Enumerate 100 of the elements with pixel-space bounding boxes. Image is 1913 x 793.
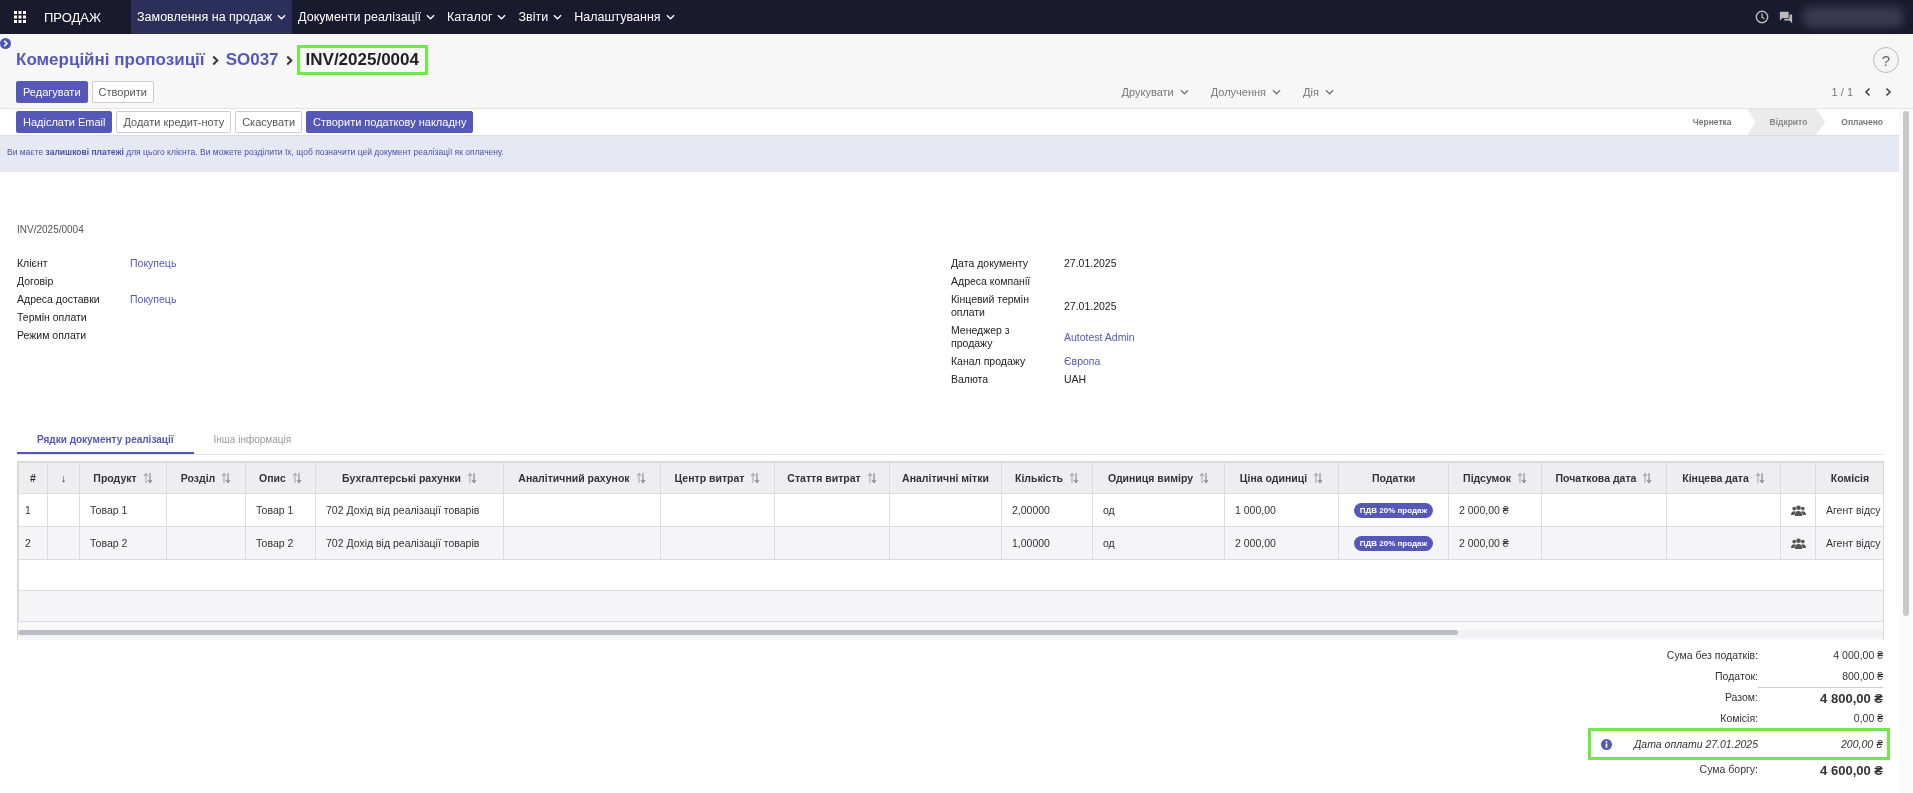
pager-text: 1 / 1: [1831, 86, 1853, 98]
total-value: 0,00 ₴: [1852, 711, 1883, 724]
button[interactable]: Редагувати: [16, 81, 88, 103]
field-label: Валюта: [951, 373, 990, 386]
menu-item[interactable]: Каталог: [441, 0, 513, 34]
caret-icon: [1179, 89, 1189, 95]
table-cell: од: [1103, 537, 1115, 549]
table-cell: 2: [25, 537, 31, 549]
document-name: INV/2025/0004: [17, 224, 85, 235]
field-label: Менеджер з продажу: [951, 324, 1011, 350]
status-stage[interactable]: Оплачено: [1825, 109, 1899, 135]
chat-icon[interactable]: [1779, 10, 1793, 24]
table-cell: Агент відсу: [1826, 504, 1881, 516]
next-icon[interactable]: [1883, 87, 1893, 97]
apps-menu-icon[interactable]: [14, 11, 26, 23]
table-cell: 1 000,00: [1235, 504, 1276, 516]
dropdown[interactable]: Друкувати: [1121, 86, 1189, 98]
dropdown[interactable]: Дія: [1303, 86, 1334, 98]
menu-item[interactable]: Звіти: [512, 0, 569, 34]
info-icon[interactable]: [1600, 738, 1612, 750]
table-cell: 702 Дохід від реалізації товарів: [326, 537, 480, 549]
sort-icon[interactable]: [866, 472, 877, 484]
field-label: Кінцевий термін оплати: [951, 293, 1030, 319]
sort-icon[interactable]: [221, 472, 232, 484]
scrollbar-thumb[interactable]: [1903, 111, 1909, 616]
chevron-right-icon[interactable]: [0, 38, 11, 49]
caret-icon: [1272, 89, 1282, 95]
sort-icon[interactable]: [1754, 472, 1765, 484]
sort-icon[interactable]: [1642, 472, 1653, 484]
field-label: Дата документу: [951, 257, 1029, 270]
sort-icon[interactable]: [142, 472, 153, 484]
column-header[interactable]: ↓: [60, 472, 67, 484]
tab[interactable]: Рядки документу реалізації: [17, 428, 194, 454]
total-label: Сума без податків:: [1666, 648, 1758, 661]
total-label: Разом:: [1724, 690, 1758, 703]
field-value: UAH: [1064, 373, 1087, 386]
table-cell: 2 000,00: [1235, 537, 1276, 549]
field-label: Адреса компанії: [951, 275, 1032, 288]
total-value: 800,00 ₴: [1841, 669, 1883, 682]
sort-icon[interactable]: [750, 472, 761, 484]
button[interactable]: Надіслати Email: [16, 111, 113, 133]
field-link[interactable]: Покупець: [130, 257, 177, 270]
field-label: Режим оплати: [17, 329, 88, 342]
caret-icon: [277, 14, 287, 20]
users-icon[interactable]: [1791, 538, 1806, 550]
table-cell: Товар 2: [90, 537, 128, 549]
total-value: 4 800,00 ₴: [1758, 687, 1883, 706]
menu-item[interactable]: Документи реалізації: [292, 0, 441, 34]
field-value: 27.01.2025: [1064, 257, 1117, 270]
table-cell: Агент відсу: [1826, 537, 1881, 549]
breadcrumb-link[interactable]: SO037: [225, 50, 279, 70]
table-cell: од: [1103, 504, 1115, 516]
menu-item[interactable]: Замовлення на продаж: [131, 0, 293, 34]
button[interactable]: Скасувати: [235, 111, 303, 133]
scrollbar-thumb[interactable]: [18, 630, 1458, 635]
info-alert: Ви маєте залишкові платежі для цього клієнта. Ви можете розділити їх, щоб позначити цей документ реалізації як оплачену.: [0, 136, 1899, 172]
field-label: Термін оплати: [17, 311, 88, 324]
field-label: Клієнт: [17, 257, 49, 270]
button[interactable]: Створити податкову накладну: [306, 111, 474, 133]
caret-icon: [1324, 89, 1334, 95]
sort-icon[interactable]: [291, 472, 302, 484]
sort-icon[interactable]: [1069, 472, 1080, 484]
field-link[interactable]: Autotest Admin: [1064, 330, 1135, 344]
sort-icon[interactable]: [1516, 472, 1527, 484]
previous-icon[interactable]: [1863, 87, 1873, 97]
status-stage[interactable]: Чернетка: [1676, 109, 1748, 135]
column-header[interactable]: #: [30, 472, 36, 484]
caret-icon: [553, 14, 563, 20]
users-icon[interactable]: [1791, 505, 1806, 517]
table-cell: 1,00000: [1012, 537, 1050, 549]
field-label: Адреса доставки: [17, 293, 101, 306]
total-value: 4 600,00 ₴: [1819, 761, 1883, 778]
table-cell: 2 000,00 ₴: [1459, 504, 1509, 516]
field-link[interactable]: Покупець: [130, 293, 177, 306]
chevron-right-icon: [284, 54, 294, 66]
clock-icon[interactable]: [1755, 10, 1769, 24]
sort-icon[interactable]: [635, 472, 646, 484]
dropdown[interactable]: Долучення: [1210, 86, 1282, 98]
table-cell: 702 Дохід від реалізації товарів: [326, 504, 480, 516]
breadcrumb-current: INV/2025/0004: [299, 48, 425, 72]
sort-icon[interactable]: [1313, 472, 1324, 484]
help-button[interactable]: ?: [1873, 47, 1899, 73]
button[interactable]: Додати кредит-ноту: [116, 111, 232, 133]
field-link[interactable]: Європа: [1064, 355, 1101, 368]
sort-icon[interactable]: [467, 472, 477, 484]
breadcrumb-link[interactable]: Комерційні пропозиції: [16, 50, 205, 70]
payment-label: Дата оплати 27.01.2025: [1633, 738, 1758, 750]
table-cell: 2 000,00 ₴: [1459, 537, 1509, 549]
total-label: Сума боргу:: [1699, 762, 1758, 775]
total-label: Податок:: [1715, 669, 1758, 682]
total-label: Комісія:: [1720, 711, 1758, 724]
menu-item[interactable]: Налаштування: [568, 0, 681, 34]
column-header[interactable]: Податки: [1371, 472, 1416, 484]
tax-tag: ПДВ 20% продаж: [1353, 535, 1434, 551]
sort-icon[interactable]: [1199, 472, 1209, 484]
caret-icon: [497, 14, 507, 20]
table-cell: 2,00000: [1012, 504, 1050, 516]
button[interactable]: Створити: [91, 81, 154, 103]
caret-icon: [426, 14, 435, 20]
table-cell: 1: [25, 504, 31, 516]
